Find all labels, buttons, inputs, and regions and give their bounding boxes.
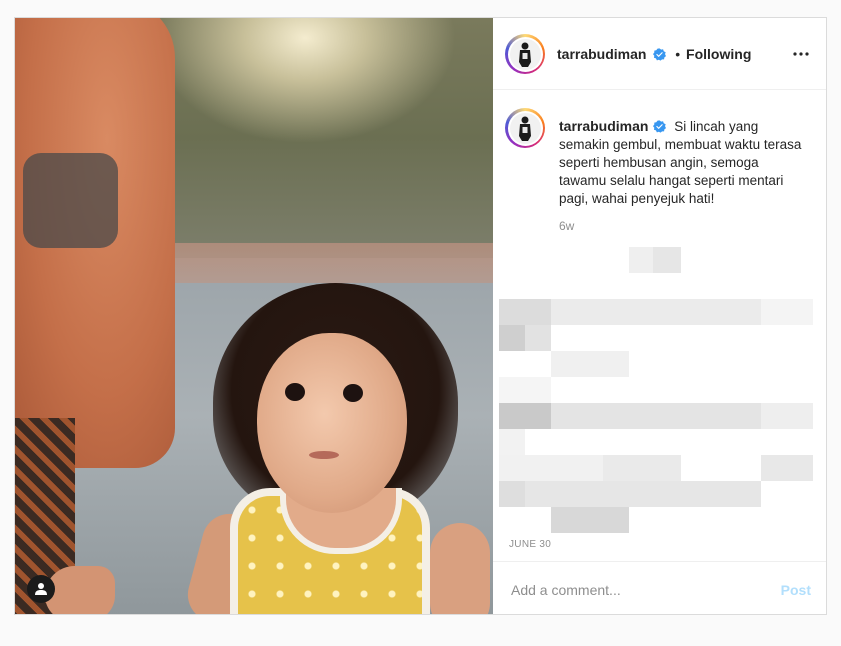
blurred-block — [551, 351, 629, 377]
post-header: tarrabudiman • Following — [493, 18, 826, 90]
comments-list-blurred — [493, 243, 826, 533]
photo-hand — [45, 566, 115, 614]
avatar[interactable] — [505, 34, 545, 74]
blurred-block — [525, 325, 551, 351]
photo-face — [257, 333, 407, 513]
blurred-block — [551, 403, 761, 429]
photo-mouth — [309, 451, 339, 459]
caption-time[interactable]: 6w — [559, 219, 574, 233]
blurred-block — [551, 299, 761, 325]
avatar-image — [509, 38, 541, 70]
blurred-block — [761, 455, 813, 481]
blurred-block — [551, 507, 629, 533]
verified-badge-icon — [653, 120, 667, 133]
blurred-block — [499, 429, 525, 455]
photo-eye-left — [285, 383, 305, 401]
username-link[interactable]: tarrabudiman — [557, 46, 646, 62]
blurred-block — [653, 247, 681, 273]
add-comment-bar: Post — [493, 561, 826, 614]
photo-eye-right — [343, 384, 363, 402]
blurred-block — [525, 481, 761, 507]
post-date[interactable]: JUNE 30 — [509, 539, 551, 550]
caption-avatar[interactable] — [505, 108, 545, 148]
comment-input[interactable] — [509, 578, 753, 602]
photo-shirt-print — [23, 153, 118, 248]
blurred-block — [499, 299, 551, 325]
avatar-silhouette-icon — [514, 40, 536, 68]
more-horizontal-icon — [793, 52, 809, 56]
following-button[interactable]: Following — [686, 46, 751, 62]
avatar-image — [509, 112, 541, 144]
blurred-block — [603, 455, 681, 481]
avatar-silhouette-icon — [514, 114, 536, 142]
user-icon — [35, 583, 47, 595]
avatar-ring — [507, 36, 543, 72]
more-options-button[interactable] — [789, 44, 813, 64]
tagged-users-button[interactable] — [27, 575, 55, 603]
blurred-block — [499, 325, 525, 351]
photo-arm-right — [430, 523, 490, 614]
verified-badge-icon — [653, 48, 667, 61]
caption-username-link[interactable]: tarrabudiman — [559, 118, 648, 134]
caption: tarrabudiman Si lincah yang semakin gemb… — [493, 90, 826, 250]
post-container: tarrabudiman • Following tarrabudiman Si… — [14, 17, 827, 615]
post-photo[interactable] — [15, 18, 493, 614]
blurred-block — [499, 403, 551, 429]
blurred-block — [499, 377, 551, 403]
caption-text-block: tarrabudiman Si lincah yang semakin gemb… — [559, 117, 809, 208]
blurred-block — [499, 455, 603, 481]
blurred-block — [761, 403, 813, 429]
avatar-ring — [507, 110, 543, 146]
blurred-block — [499, 481, 525, 507]
separator-dot: • — [675, 46, 681, 62]
post-comment-button[interactable]: Post — [781, 582, 811, 598]
blurred-block — [761, 299, 813, 325]
header-user-info: tarrabudiman • Following — [557, 46, 751, 62]
post-details-panel: tarrabudiman • Following tarrabudiman Si… — [493, 18, 826, 614]
